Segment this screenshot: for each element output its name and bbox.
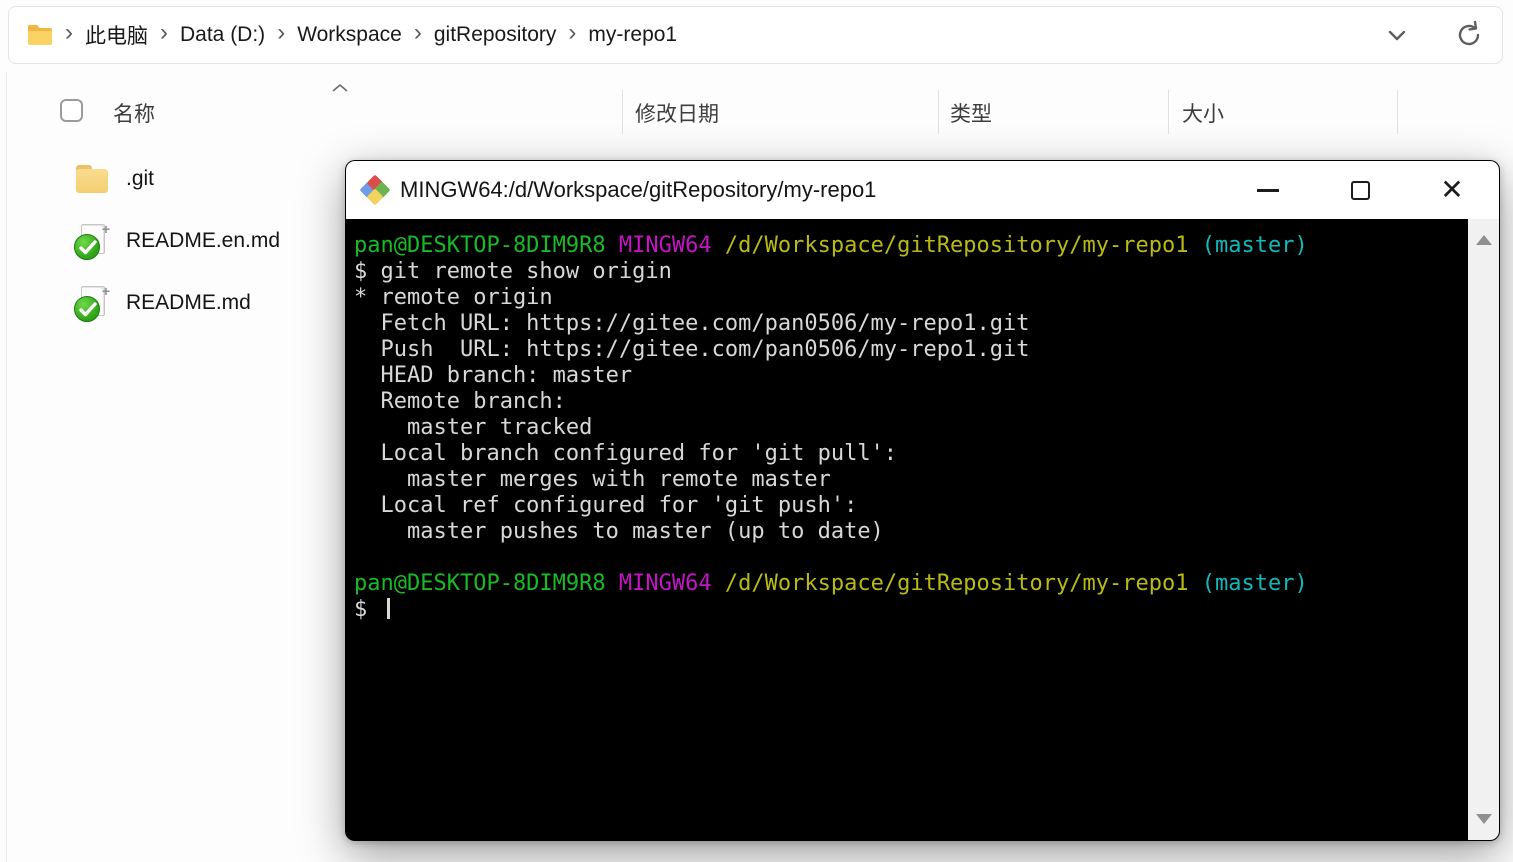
breadcrumb-item[interactable]: Data (D:): [180, 23, 265, 47]
terminal-line: master pushes to master (up to date): [354, 519, 884, 544]
refresh-icon[interactable]: [1454, 20, 1484, 50]
scroll-up-icon[interactable]: [1476, 235, 1492, 245]
breadcrumb-chevron-icon[interactable]: ›: [277, 21, 285, 49]
select-all-checkbox[interactable]: [60, 99, 83, 122]
file-plus-overlay-icon: +: [101, 283, 110, 299]
minimize-icon: [1257, 188, 1279, 192]
breadcrumb-chevron-icon[interactable]: ›: [160, 21, 168, 49]
column-header-type[interactable]: 类型: [950, 98, 992, 128]
column-divider: [1168, 90, 1169, 134]
column-divider: [1397, 90, 1398, 134]
terminal-line: pan@DESKTOP-8DIM9R8 MINGW64 /d/Workspace…: [354, 233, 1308, 258]
terminal-title: MINGW64:/d/Workspace/gitRepository/my-re…: [400, 177, 877, 202]
breadcrumb-chevron-icon[interactable]: ›: [414, 21, 422, 49]
terminal-cursor: [386, 598, 390, 619]
column-divider: [622, 90, 623, 134]
terminal-line: pan@DESKTOP-8DIM9R8 MINGW64 /d/Workspace…: [354, 571, 1308, 596]
maximize-button[interactable]: [1337, 167, 1383, 213]
breadcrumb-chevron-icon[interactable]: ›: [568, 21, 576, 49]
breadcrumb-item[interactable]: 此电脑: [85, 20, 148, 50]
terminal-scrollbar[interactable]: [1468, 219, 1499, 840]
git-uptodate-check-icon: [74, 296, 100, 322]
terminal-line: master tracked: [354, 415, 593, 440]
breadcrumb-item[interactable]: Workspace: [297, 23, 402, 47]
minimize-button[interactable]: [1245, 167, 1291, 213]
terminal-line: $: [354, 597, 1465, 623]
folder-icon: [28, 25, 52, 45]
chevron-down-icon[interactable]: [1382, 20, 1412, 50]
breadcrumb-item[interactable]: gitRepository: [434, 23, 557, 47]
terminal-line: Local branch configured for 'git pull':: [354, 441, 898, 466]
terminal-line: Remote branch:: [354, 389, 566, 414]
mingw64-terminal-window: MINGW64:/d/Workspace/gitRepository/my-re…: [345, 160, 1500, 841]
breadcrumb-chevron-icon[interactable]: ›: [65, 21, 73, 49]
terminal-line: HEAD branch: master: [354, 363, 633, 388]
git-bash-icon[interactable]: [359, 174, 391, 206]
file-plus-overlay-icon: +: [101, 221, 110, 237]
column-header-row: 名称 修改日期 类型 大小: [0, 83, 1513, 138]
close-button[interactable]: ✕: [1429, 167, 1475, 213]
git-uptodate-check-icon: [74, 234, 100, 260]
file-name: README.en.md: [126, 229, 281, 252]
terminal-line: Push URL: https://gitee.com/pan0506/my-r…: [354, 337, 1030, 362]
window-controls: ✕: [1245, 161, 1499, 219]
maximize-icon: [1350, 180, 1370, 200]
close-icon: ✕: [1440, 174, 1464, 205]
column-header-name[interactable]: 名称: [113, 98, 155, 128]
file-name: .git: [126, 167, 155, 190]
terminal-output: pan@DESKTOP-8DIM9R8 MINGW64 /d/Workspace…: [354, 233, 1465, 840]
column-header-size[interactable]: 大小: [1182, 98, 1224, 128]
terminal-line: * remote origin: [354, 285, 553, 310]
sort-ascending-icon: [332, 83, 348, 92]
terminal-line: Local ref configured for 'git push':: [354, 493, 858, 518]
scroll-down-icon[interactable]: [1476, 814, 1492, 824]
file-name: README.md: [126, 291, 251, 314]
address-bar: › 此电脑 › Data (D:) › Workspace › gitRepos…: [8, 6, 1503, 64]
explorer-left-edge: [6, 72, 7, 862]
breadcrumb-item[interactable]: my-repo1: [588, 23, 677, 47]
terminal-line: master merges with remote master: [354, 467, 831, 492]
terminal-line: $ git remote show origin: [354, 259, 672, 284]
breadcrumb: › 此电脑 › Data (D:) › Workspace › gitRepos…: [53, 20, 677, 50]
terminal-title-bar[interactable]: MINGW64:/d/Workspace/gitRepository/my-re…: [346, 161, 1499, 219]
column-divider: [938, 90, 939, 134]
terminal-line: Fetch URL: https://gitee.com/pan0506/my-…: [354, 311, 1030, 336]
column-header-date-modified[interactable]: 修改日期: [635, 98, 719, 128]
terminal-body[interactable]: pan@DESKTOP-8DIM9R8 MINGW64 /d/Workspace…: [346, 219, 1499, 840]
